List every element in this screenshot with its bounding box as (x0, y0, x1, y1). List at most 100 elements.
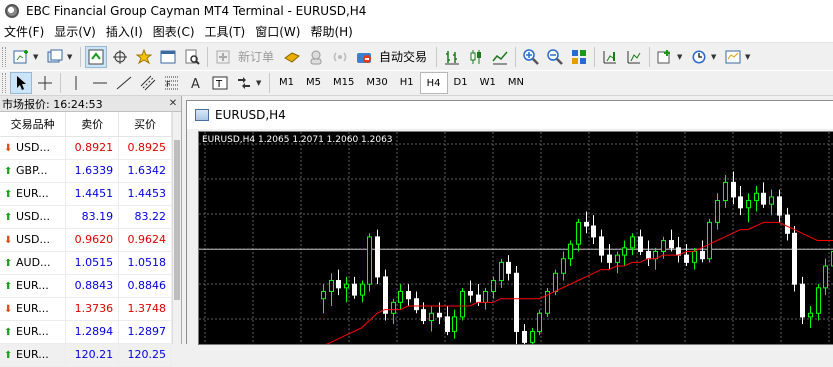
autotrading-button[interactable] (353, 46, 375, 68)
navigator-button[interactable] (133, 46, 155, 68)
menu-charts[interactable]: 图表(C) (149, 22, 201, 42)
ask-cell[interactable]: 1.4453 (119, 182, 172, 205)
toolbar-grip[interactable] (2, 47, 6, 67)
metaeditor-button[interactable] (281, 46, 303, 68)
bar-chart-button[interactable] (441, 46, 463, 68)
timeframe-w1[interactable]: W1 (474, 72, 502, 94)
table-row[interactable]: ⬆EUR...0.88430.8846 (0, 274, 172, 297)
ask-cell[interactable]: 0.8846 (119, 274, 172, 297)
text-label-button[interactable]: T (209, 72, 231, 94)
bid-cell[interactable]: 83.19 (66, 205, 119, 228)
chart-shift-button[interactable] (599, 46, 621, 68)
profiles-button[interactable] (44, 46, 66, 68)
timeframe-h1[interactable]: H1 (394, 72, 420, 94)
bid-cell[interactable]: 0.9620 (66, 228, 119, 251)
ask-cell[interactable]: 1.6342 (119, 159, 172, 182)
symbol-cell[interactable]: ⬇USD... (0, 228, 66, 251)
timeframe-m5[interactable]: M5 (300, 72, 327, 94)
templates-button[interactable] (722, 46, 744, 68)
text-button[interactable]: A (185, 72, 207, 94)
bid-cell[interactable]: 1.4451 (66, 182, 119, 205)
zoom-in-button[interactable] (520, 46, 542, 68)
ask-cell[interactable]: 120.25 (119, 343, 172, 366)
scrollbar-thumb[interactable] (174, 140, 180, 300)
table-row[interactable]: ⬆GBP...1.63391.6342 (0, 159, 172, 182)
chevron-down-icon[interactable]: ▼ (67, 53, 75, 61)
bid-cell[interactable]: 1.3736 (66, 297, 119, 320)
ask-cell[interactable]: 1.0518 (119, 251, 172, 274)
chevron-down-icon[interactable]: ▼ (745, 53, 753, 61)
chevron-down-icon[interactable]: ▼ (677, 53, 685, 61)
candlestick-chart[interactable] (199, 132, 833, 345)
new-order-label[interactable]: 新订单 (238, 48, 274, 65)
ask-cell[interactable]: 1.3748 (119, 297, 172, 320)
horizontal-line-button[interactable] (89, 72, 111, 94)
bid-cell[interactable]: 1.6339 (66, 159, 119, 182)
column-ask[interactable]: 买价 (119, 112, 172, 136)
terminal-button[interactable] (157, 46, 179, 68)
line-chart-button[interactable] (489, 46, 511, 68)
symbol-cell[interactable]: ⬇USD... (0, 136, 66, 159)
autoscroll-button[interactable] (623, 46, 645, 68)
experts-button[interactable] (305, 46, 327, 68)
indicators-button[interactable] (654, 46, 676, 68)
table-row[interactable]: ⬆EUR...1.44511.4453 (0, 182, 172, 205)
vertical-line-button[interactable] (65, 72, 87, 94)
strategy-tester-button[interactable] (181, 46, 203, 68)
arrows-button[interactable] (233, 72, 255, 94)
zoom-out-button[interactable] (544, 46, 566, 68)
ask-cell[interactable]: 0.9624 (119, 228, 172, 251)
toolbar-grip[interactable] (2, 73, 6, 93)
column-bid[interactable]: 卖价 (66, 112, 119, 136)
menu-window[interactable]: 窗口(W) (251, 22, 306, 42)
periods-button[interactable] (688, 46, 710, 68)
symbol-cell[interactable]: ⬇EUR... (0, 297, 66, 320)
chart-window-titlebar[interactable]: EURUSD,H4 (187, 101, 833, 129)
timeframe-m30[interactable]: M30 (360, 72, 393, 94)
tile-windows-button[interactable] (568, 46, 590, 68)
timeframe-m1[interactable]: M1 (273, 72, 300, 94)
close-icon[interactable]: ✕ (167, 98, 179, 110)
symbol-cell[interactable]: ⬆EUR... (0, 343, 66, 366)
crosshair-button[interactable] (34, 72, 56, 94)
chevron-down-icon[interactable]: ▼ (711, 53, 719, 61)
market-watch-scrollbar[interactable] (172, 112, 181, 344)
table-row[interactable]: ⬆EUR...120.21120.25 (0, 343, 172, 366)
symbol-cell[interactable]: ⬆USD... (0, 205, 66, 228)
timeframe-m15[interactable]: M15 (327, 72, 360, 94)
table-row[interactable]: ⬆EUR...1.28941.2897 (0, 320, 172, 343)
data-window-button[interactable] (109, 46, 131, 68)
column-symbol[interactable]: 交易品种 (0, 112, 66, 136)
channel-button[interactable] (137, 72, 159, 94)
candlestick-chart-button[interactable] (465, 46, 487, 68)
fibonacci-button[interactable]: F (161, 72, 183, 94)
ask-cell[interactable]: 0.8925 (119, 136, 172, 159)
price-chart[interactable]: EURUSD,H4 1.2065 1.2071 1.2060 1.2063 (198, 131, 833, 345)
bid-cell[interactable]: 1.2894 (66, 320, 119, 343)
menu-help[interactable]: 帮助(H) (306, 22, 358, 42)
new-chart-button[interactable] (10, 46, 32, 68)
bid-cell[interactable]: 1.0515 (66, 251, 119, 274)
menu-insert[interactable]: 插入(I) (102, 22, 149, 42)
symbol-cell[interactable]: ⬆GBP... (0, 159, 66, 182)
timeframe-mn[interactable]: MN (502, 72, 530, 94)
table-row[interactable]: ⬇USD...0.89210.8925 (0, 136, 172, 159)
menu-view[interactable]: 显示(V) (50, 22, 102, 42)
symbol-cell[interactable]: ⬆EUR... (0, 274, 66, 297)
signals-button[interactable] (329, 46, 351, 68)
timeframe-d1[interactable]: D1 (448, 72, 474, 94)
table-row[interactable]: ⬇USD...0.96200.9624 (0, 228, 172, 251)
bid-cell[interactable]: 0.8843 (66, 274, 119, 297)
menu-tools[interactable]: 工具(T) (201, 22, 252, 42)
table-row[interactable]: ⬆AUD...1.05151.0518 (0, 251, 172, 274)
chevron-down-icon[interactable]: ▼ (256, 79, 264, 87)
menu-file[interactable]: 文件(F) (0, 22, 50, 42)
bid-cell[interactable]: 0.8921 (66, 136, 119, 159)
new-order-button[interactable] (212, 46, 234, 68)
autotrading-label[interactable]: 自动交易 (379, 48, 427, 65)
trendline-button[interactable] (113, 72, 135, 94)
cursor-button[interactable] (10, 72, 32, 94)
chevron-down-icon[interactable]: ▼ (33, 53, 41, 61)
symbol-cell[interactable]: ⬆AUD... (0, 251, 66, 274)
table-row[interactable]: ⬇EUR...1.37361.3748 (0, 297, 172, 320)
